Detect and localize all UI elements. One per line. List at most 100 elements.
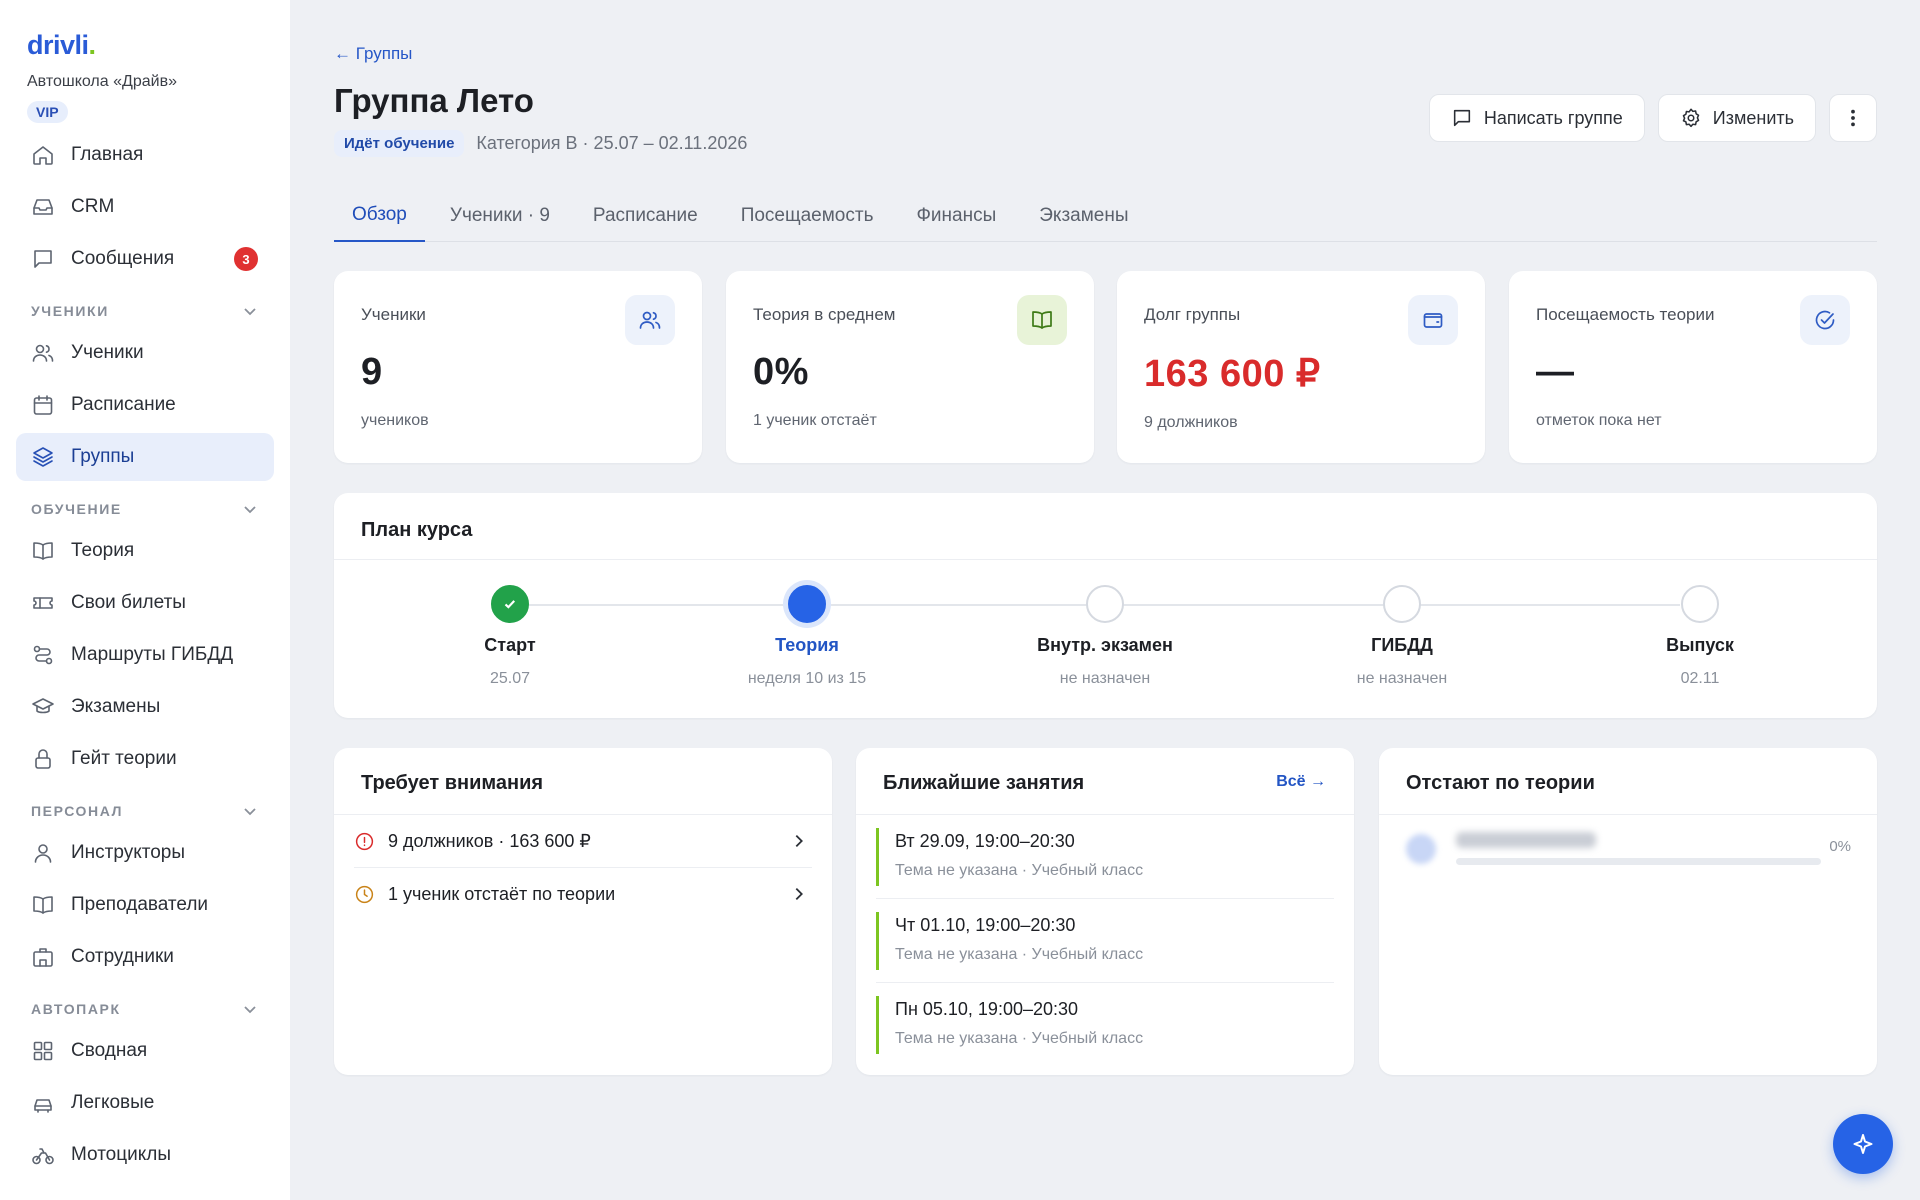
sidebar-item-crm[interactable]: CRM <box>16 183 274 231</box>
stat-subtitle: 1 ученик отстаёт <box>753 412 877 429</box>
stat-icon-wrap <box>1017 295 1067 345</box>
lesson-details: Тема не указана · Учебный класс <box>895 946 1144 963</box>
sidebar-item-employees[interactable]: Сотрудники <box>16 933 274 981</box>
sidebar-item-instructors[interactable]: Инструкторы <box>16 829 274 877</box>
edit-button[interactable]: Изменить <box>1657 94 1816 142</box>
sidebar-item-exams[interactable]: Экзамены <box>16 683 274 731</box>
check-circle-icon <box>1815 310 1835 330</box>
sidebar-item-label: Теория <box>71 540 135 561</box>
stat-value: 0% <box>753 351 809 393</box>
tab-schedule[interactable]: Расписание <box>575 190 716 242</box>
more-button[interactable] <box>1829 94 1877 142</box>
lesson-item[interactable]: Пн 05.10, 19:00–20:30 Тема не указана · … <box>876 996 1334 1054</box>
route-icon <box>33 645 53 665</box>
sidebar-item-theory[interactable]: Теория <box>16 527 274 575</box>
attention-text: 9 должников · 163 600 ₽ <box>388 830 591 851</box>
step-marker-done <box>491 585 529 623</box>
stat-subtitle: 9 должников <box>1144 414 1238 431</box>
users-icon <box>32 344 54 362</box>
step-name: ГИБДД <box>1371 635 1433 655</box>
tab-attendance[interactable]: Посещаемость <box>723 190 892 242</box>
plan-step-theory: Теория неделя 10 из 15 <box>707 585 907 688</box>
status-badge: Идёт обучение <box>334 130 465 157</box>
sidebar-item-label: Гейт теории <box>71 748 177 769</box>
sidebar-item-summary[interactable]: Сводная <box>16 1027 274 1075</box>
sidebar-item-groups[interactable]: Группы <box>16 433 274 481</box>
tab-overview[interactable]: Обзор <box>334 190 425 242</box>
sidebar-nav: Главная CRM Сообщения 3 УЧЕНИКИ Ученики … <box>16 131 274 1179</box>
lesson-item[interactable]: Чт 01.10, 19:00–20:30 Тема не указана · … <box>876 912 1334 970</box>
brand-logo[interactable]: drivli. <box>27 30 274 61</box>
sidebar-item-theory-gate[interactable]: Гейт теории <box>16 735 274 783</box>
sidebar-item-cars[interactable]: Легковые <box>16 1079 274 1127</box>
chevron-right-icon <box>795 887 803 901</box>
tab-finance[interactable]: Финансы <box>898 190 1014 242</box>
sidebar-item-label: Группы <box>71 446 135 467</box>
back-link[interactable]: ← Группы <box>334 44 412 64</box>
lesson-time: Вт 29.09, 19:00–20:30 <box>895 831 1075 851</box>
users-icon <box>639 311 661 329</box>
sidebar-item-routes[interactable]: Маршруты ГИБДД <box>16 631 274 679</box>
alert-circle-icon <box>355 832 374 850</box>
stat-subtitle: отметок пока нет <box>1536 412 1662 429</box>
upcoming-lessons-card: Ближайшие занятия Всё → Вт 29.09, 19:00–… <box>856 748 1354 1075</box>
step-subtitle: 25.07 <box>489 670 531 687</box>
step-marker-pending <box>1086 585 1124 623</box>
lesson-item[interactable]: Вт 29.09, 19:00–20:30 Тема не указана · … <box>876 828 1334 886</box>
see-all-link[interactable]: Всё → <box>1276 773 1326 791</box>
divider <box>1379 814 1877 815</box>
stat-icon-wrap <box>625 295 675 345</box>
stat-icon-wrap <box>1800 295 1850 345</box>
plan-step-internal-exam: Внутр. экзамен не назначен <box>1005 585 1205 688</box>
sidebar: drivli. Автошкола «Драйв» VIP Главная CR… <box>0 0 290 1200</box>
layers-icon <box>33 447 53 467</box>
step-name: Внутр. экзамен <box>1037 635 1173 655</box>
check-icon <box>504 600 516 609</box>
student-name-blurred <box>1456 832 1596 848</box>
tab-exams[interactable]: Экзамены <box>1021 190 1146 242</box>
section-learning[interactable]: ОБУЧЕНИЕ <box>16 491 274 527</box>
step-marker-pending <box>1383 585 1421 623</box>
attention-title: Требует внимания <box>361 772 544 794</box>
sidebar-item-teachers[interactable]: Преподаватели <box>16 881 274 929</box>
upcoming-lessons-title: Ближайшие занятия <box>883 772 1085 794</box>
section-students[interactable]: УЧЕНИКИ <box>16 293 274 329</box>
lesson-time: Чт 01.10, 19:00–20:30 <box>895 915 1076 935</box>
tab-students[interactable]: Ученики · 9 <box>432 190 568 242</box>
unread-badge: 3 <box>234 247 258 271</box>
stat-card-attendance: Посещаемость теории — отметок пока нет <box>1509 271 1877 463</box>
ai-assistant-button[interactable] <box>1833 1114 1893 1174</box>
person-icon <box>34 844 52 863</box>
wallet-icon <box>1423 313 1443 328</box>
more-vertical-icon <box>1851 109 1855 127</box>
chevron-right-icon <box>795 834 803 848</box>
lesson-details: Тема не указана · Учебный класс <box>895 1030 1144 1047</box>
sidebar-item-label: Инструкторы <box>71 842 186 863</box>
lagging-student-row[interactable]: 0% <box>1406 830 1851 870</box>
avatar <box>1406 834 1436 864</box>
sidebar-item-label: Сводная <box>71 1040 148 1061</box>
section-fleet[interactable]: АВТОПАРК <box>16 991 274 1027</box>
plan-step-gibdd: ГИБДД не назначен <box>1302 585 1502 688</box>
lagging-theory-title: Отстают по теории <box>1406 772 1595 794</box>
attention-item-debtors[interactable]: 9 должников · 163 600 ₽ <box>354 815 812 867</box>
car-icon <box>34 1099 52 1113</box>
step-subtitle: неделя 10 из 15 <box>747 670 867 687</box>
lesson-details: Тема не указана · Учебный класс <box>895 862 1144 879</box>
header-actions: Написать группе Изменить <box>1428 94 1877 142</box>
sidebar-item-home[interactable]: Главная <box>16 131 274 179</box>
attention-item-lagging[interactable]: 1 ученик отстаёт по теории <box>354 868 812 920</box>
sidebar-item-tickets[interactable]: Свои билеты <box>16 579 274 627</box>
section-staff[interactable]: ПЕРСОНАЛ <box>16 793 274 829</box>
sidebar-item-messages[interactable]: Сообщения 3 <box>16 235 274 283</box>
home-icon <box>33 146 53 165</box>
step-name: Старт <box>484 635 536 655</box>
sidebar-item-schedule[interactable]: Расписание <box>16 381 274 429</box>
divider <box>334 559 1877 560</box>
sidebar-item-students[interactable]: Ученики <box>16 329 274 377</box>
school-name: Автошкола «Драйв» <box>27 73 177 90</box>
sidebar-item-motorcycles[interactable]: Мотоциклы <box>16 1131 274 1179</box>
message-group-button[interactable]: Написать группе <box>1428 94 1645 142</box>
lesson-time: Пн 05.10, 19:00–20:30 <box>895 999 1079 1019</box>
sparkle-icon <box>1853 1134 1873 1154</box>
